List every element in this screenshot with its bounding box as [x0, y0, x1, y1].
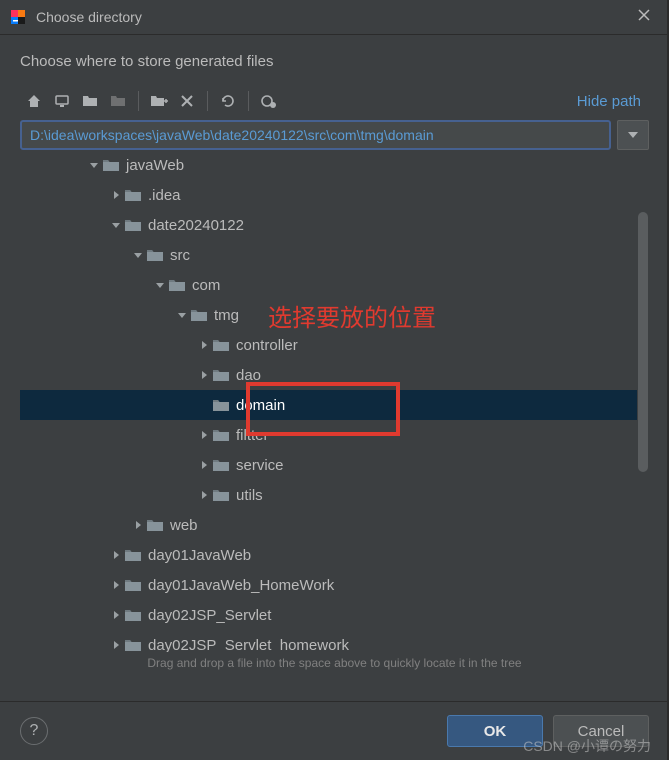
chevron-right-icon[interactable] [196, 460, 212, 470]
tree-item-label: date20240122 [148, 217, 244, 234]
tree-item-label: com [192, 277, 220, 294]
folder-icon [102, 158, 120, 172]
tree-row-date20240122[interactable]: date20240122 [20, 210, 649, 240]
tree-row-day02JSP-Servlet[interactable]: day02JSP_Servlet [20, 600, 649, 630]
folder-icon [124, 638, 142, 652]
folder-icon [212, 488, 230, 502]
tree-item-label: web [170, 517, 198, 534]
desktop-icon[interactable] [48, 88, 76, 114]
tree-row-javaWeb[interactable]: javaWeb [20, 158, 649, 180]
chevron-right-icon[interactable] [108, 640, 124, 650]
path-row [0, 120, 669, 158]
tree-row-src[interactable]: src [20, 240, 649, 270]
directory-tree[interactable]: javaWeb .idea date20240122 srccom tmg control… [20, 158, 649, 652]
tree-row-utils[interactable]: utils [20, 480, 649, 510]
tree-row-service[interactable]: service [20, 450, 649, 480]
path-input[interactable] [20, 120, 611, 150]
ok-button[interactable]: OK [447, 715, 543, 747]
delete-icon[interactable] [173, 88, 201, 114]
tree-item-label: day02JSP_Servlet [148, 607, 271, 624]
refresh-icon[interactable] [214, 88, 242, 114]
chevron-down-icon[interactable] [174, 310, 190, 320]
tree-item-label: src [170, 247, 190, 264]
dialog-footer: ? OK Cancel [0, 701, 669, 760]
tree-item-label: domain [236, 397, 285, 414]
new-folder-icon[interactable] [145, 88, 173, 114]
folder-icon [124, 218, 142, 232]
intellij-icon [10, 9, 26, 25]
folder-icon [212, 398, 230, 412]
tree-item-label: dao [236, 367, 261, 384]
folder-icon [124, 548, 142, 562]
folder-icon [212, 338, 230, 352]
help-button[interactable]: ? [20, 717, 48, 745]
folder-icon [212, 428, 230, 442]
chevron-right-icon[interactable] [196, 430, 212, 440]
chevron-down-icon[interactable] [130, 250, 146, 260]
tree-item-label: filtter [236, 427, 269, 444]
tree-item-label: controller [236, 337, 298, 354]
folder-icon [168, 278, 186, 292]
tree-row-controller[interactable]: controller [20, 330, 649, 360]
scrollbar-thumb[interactable] [638, 212, 648, 472]
tree-row-day01JavaWeb[interactable]: day01JavaWeb [20, 540, 649, 570]
chevron-right-icon[interactable] [108, 580, 124, 590]
folder-icon [190, 308, 208, 322]
drag-drop-hint: Drag and drop a file into the space abov… [0, 652, 669, 670]
tree-row-day01JavaWeb-HomeWork[interactable]: day01JavaWeb_HomeWork [20, 570, 649, 600]
module-icon[interactable] [104, 88, 132, 114]
dialog-prompt: Choose where to store generated files [0, 35, 669, 84]
tree-row--idea[interactable]: .idea [20, 180, 649, 210]
folder-icon [124, 188, 142, 202]
folder-icon [124, 608, 142, 622]
home-icon[interactable] [20, 88, 48, 114]
tree-row-filtter[interactable]: filtter [20, 420, 649, 450]
chevron-down-icon[interactable] [108, 220, 124, 230]
tree-item-label: utils [236, 487, 263, 504]
tree-item-label: .idea [148, 187, 181, 204]
tree-item-label: service [236, 457, 284, 474]
tree-row-web[interactable]: web [20, 510, 649, 540]
toolbar-separator [248, 91, 249, 111]
chevron-right-icon[interactable] [196, 340, 212, 350]
chevron-right-icon[interactable] [108, 190, 124, 200]
tree-item-label: javaWeb [126, 158, 184, 174]
folder-icon [146, 518, 164, 532]
chevron-right-icon[interactable] [196, 490, 212, 500]
tree-item-label: day02JSP_Servlet_homework [148, 637, 349, 653]
toolbar-separator [138, 91, 139, 111]
folder-icon [212, 368, 230, 382]
toolbar-separator [207, 91, 208, 111]
folder-icon [124, 578, 142, 592]
scrollbar[interactable] [637, 158, 649, 652]
tree-row-dao[interactable]: dao [20, 360, 649, 390]
tree-row-domain[interactable]: domain [20, 390, 649, 420]
tree-row-com[interactable]: com [20, 270, 649, 300]
close-icon[interactable] [629, 4, 659, 31]
chevron-right-icon[interactable] [108, 610, 124, 620]
hide-path-link[interactable]: Hide path [577, 93, 649, 110]
chevron-down-icon[interactable] [152, 280, 168, 290]
chevron-right-icon[interactable] [130, 520, 146, 530]
tree-item-label: tmg [214, 307, 239, 324]
chevron-down-icon[interactable] [86, 160, 102, 170]
path-history-dropdown[interactable] [617, 120, 649, 150]
window-title: Choose directory [36, 9, 629, 25]
chevron-right-icon[interactable] [108, 550, 124, 560]
tree-item-label: day01JavaWeb [148, 547, 251, 564]
tree-item-label: day01JavaWeb_HomeWork [148, 577, 334, 594]
cancel-button[interactable]: Cancel [553, 715, 649, 747]
title-bar: Choose directory [0, 0, 669, 35]
tree-row-tmg[interactable]: tmg [20, 300, 649, 330]
folder-icon [212, 458, 230, 472]
chevron-right-icon[interactable] [196, 370, 212, 380]
project-icon[interactable] [76, 88, 104, 114]
folder-icon [146, 248, 164, 262]
tree-row-day02JSP-Servlet-homework[interactable]: day02JSP_Servlet_homework [20, 630, 649, 652]
show-hidden-icon[interactable] [255, 88, 283, 114]
toolbar: Hide path [0, 84, 669, 120]
